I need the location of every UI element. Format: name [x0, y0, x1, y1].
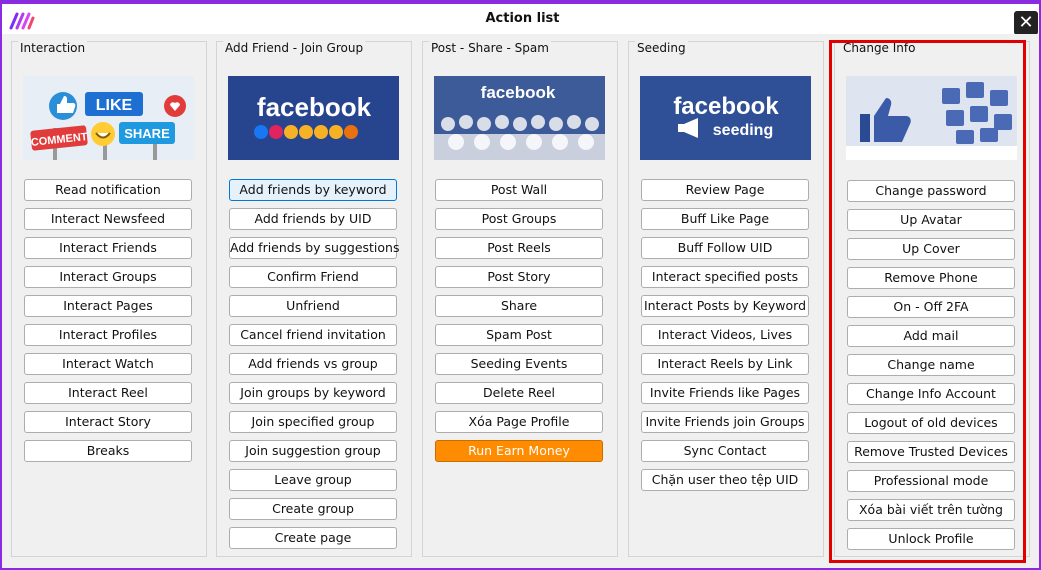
interact-story-button[interactable]: Interact Story: [24, 411, 192, 433]
interact-watch-button[interactable]: Interact Watch: [24, 353, 192, 375]
read-notification-button[interactable]: Read notification: [24, 179, 192, 201]
spam-post-button[interactable]: Spam Post: [435, 324, 603, 346]
content-area: Interaction LIKE COMMENT SHARE Add Frien…: [2, 34, 1039, 568]
thumbs-up-banner-image: [846, 76, 1017, 160]
cancel-friend-invitation-button[interactable]: Cancel friend invitation: [229, 324, 397, 346]
interact-profiles-button[interactable]: Interact Profiles: [24, 324, 192, 346]
add-friends-by-uid-button[interactable]: Add friends by UID: [229, 208, 397, 230]
add-friends-vs-group-button[interactable]: Add friends vs group: [229, 353, 397, 375]
interact-reels-by-link-button[interactable]: Interact Reels by Link: [641, 353, 809, 375]
professional-mode-button[interactable]: Professional mode: [847, 470, 1015, 492]
join-suggestion-group-button[interactable]: Join suggestion group: [229, 440, 397, 462]
interact-pages-button[interactable]: Interact Pages: [24, 295, 192, 317]
remove-trusted-devices-button[interactable]: Remove Trusted Devices: [847, 441, 1015, 463]
interact-specified-posts-button[interactable]: Interact specified posts: [641, 266, 809, 288]
interact-posts-by-keyword-button[interactable]: Interact Posts by Keyword: [641, 295, 809, 317]
group-title-add-friend: Add Friend - Join Group: [223, 41, 366, 55]
add-friends-by-suggestions-button[interactable]: Add friends by suggestions: [229, 237, 400, 259]
join-specified-group-button[interactable]: Join specified group: [229, 411, 397, 433]
group-title-change-info: Change Info: [841, 41, 918, 55]
banner-brand-text: facebook: [257, 92, 372, 122]
join-groups-by-keyword-button[interactable]: Join groups by keyword: [229, 382, 397, 404]
interaction-banner-image: LIKE COMMENT SHARE: [23, 76, 194, 160]
sync-contact-button[interactable]: Sync Contact: [641, 440, 809, 462]
delete-reel-button[interactable]: Delete Reel: [435, 382, 603, 404]
close-icon[interactable]: ✕: [1014, 11, 1038, 35]
up-avatar-button[interactable]: Up Avatar: [847, 209, 1015, 231]
share-button[interactable]: Share: [435, 295, 603, 317]
banner-brand-text: facebook: [481, 83, 556, 102]
group-title-seeding: Seeding: [635, 41, 688, 55]
buff-follow-uid-button[interactable]: Buff Follow UID: [641, 237, 809, 259]
change-password-button[interactable]: Change password: [847, 180, 1015, 202]
group-title-post-share: Post - Share - Spam: [429, 41, 551, 55]
facebook-crowd-banner-image: facebook: [434, 76, 605, 160]
interact-groups-button[interactable]: Interact Groups: [24, 266, 192, 288]
interact-reel-button[interactable]: Interact Reel: [24, 382, 192, 404]
banner-sub-text: seeding: [713, 122, 773, 139]
interact-newsfeed-button[interactable]: Interact Newsfeed: [24, 208, 192, 230]
up-cover-button[interactable]: Up Cover: [847, 238, 1015, 260]
unfriend-button[interactable]: Unfriend: [229, 295, 397, 317]
banner-word-like: LIKE: [96, 97, 133, 114]
change-info-account-button[interactable]: Change Info Account: [847, 383, 1015, 405]
post-groups-button[interactable]: Post Groups: [435, 208, 603, 230]
create-page-button[interactable]: Create page: [229, 527, 397, 549]
change-name-button[interactable]: Change name: [847, 354, 1015, 376]
leave-group-button[interactable]: Leave group: [229, 469, 397, 491]
post-wall-button[interactable]: Post Wall: [435, 179, 603, 201]
add-friends-by-keyword-button[interactable]: Add friends by keyword: [229, 179, 397, 201]
add-mail-button[interactable]: Add mail: [847, 325, 1015, 347]
banner-word-share: SHARE: [124, 126, 170, 141]
unlock-profile-button[interactable]: Unlock Profile: [847, 528, 1015, 550]
group-title-interaction: Interaction: [18, 41, 88, 55]
interact-videos-lives-button[interactable]: Interact Videos, Lives: [641, 324, 809, 346]
chan-user-theo-tep-uid-button[interactable]: Chặn user theo tệp UID: [641, 469, 809, 491]
facebook-seeding-banner-image: facebook seeding: [640, 76, 811, 160]
post-reels-button[interactable]: Post Reels: [435, 237, 603, 259]
review-page-button[interactable]: Review Page: [641, 179, 809, 201]
logout-of-old-devices-button[interactable]: Logout of old devices: [847, 412, 1015, 434]
xoa-page-profile-button[interactable]: Xóa Page Profile: [435, 411, 603, 433]
interact-friends-button[interactable]: Interact Friends: [24, 237, 192, 259]
breaks-button[interactable]: Breaks: [24, 440, 192, 462]
banner-brand-text: facebook: [673, 93, 779, 120]
title-bar: Action list ✕: [2, 4, 1039, 35]
on-off-2fa-button[interactable]: On - Off 2FA: [847, 296, 1015, 318]
invite-friends-join-groups-button[interactable]: Invite Friends join Groups: [641, 411, 809, 433]
post-story-button[interactable]: Post Story: [435, 266, 603, 288]
remove-phone-button[interactable]: Remove Phone: [847, 267, 1015, 289]
invite-friends-like-pages-button[interactable]: Invite Friends like Pages: [641, 382, 809, 404]
xoa-bai-viet-tren-tuong-button[interactable]: Xóa bài viết trên tường: [847, 499, 1015, 521]
seeding-events-button[interactable]: Seeding Events: [435, 353, 603, 375]
confirm-friend-button[interactable]: Confirm Friend: [229, 266, 397, 288]
run-earn-money-button[interactable]: Run Earn Money: [435, 440, 603, 462]
create-group-button[interactable]: Create group: [229, 498, 397, 520]
window-title: Action list: [485, 11, 560, 26]
buff-like-page-button[interactable]: Buff Like Page: [641, 208, 809, 230]
facebook-reactions-banner-image: facebook: [228, 76, 399, 160]
